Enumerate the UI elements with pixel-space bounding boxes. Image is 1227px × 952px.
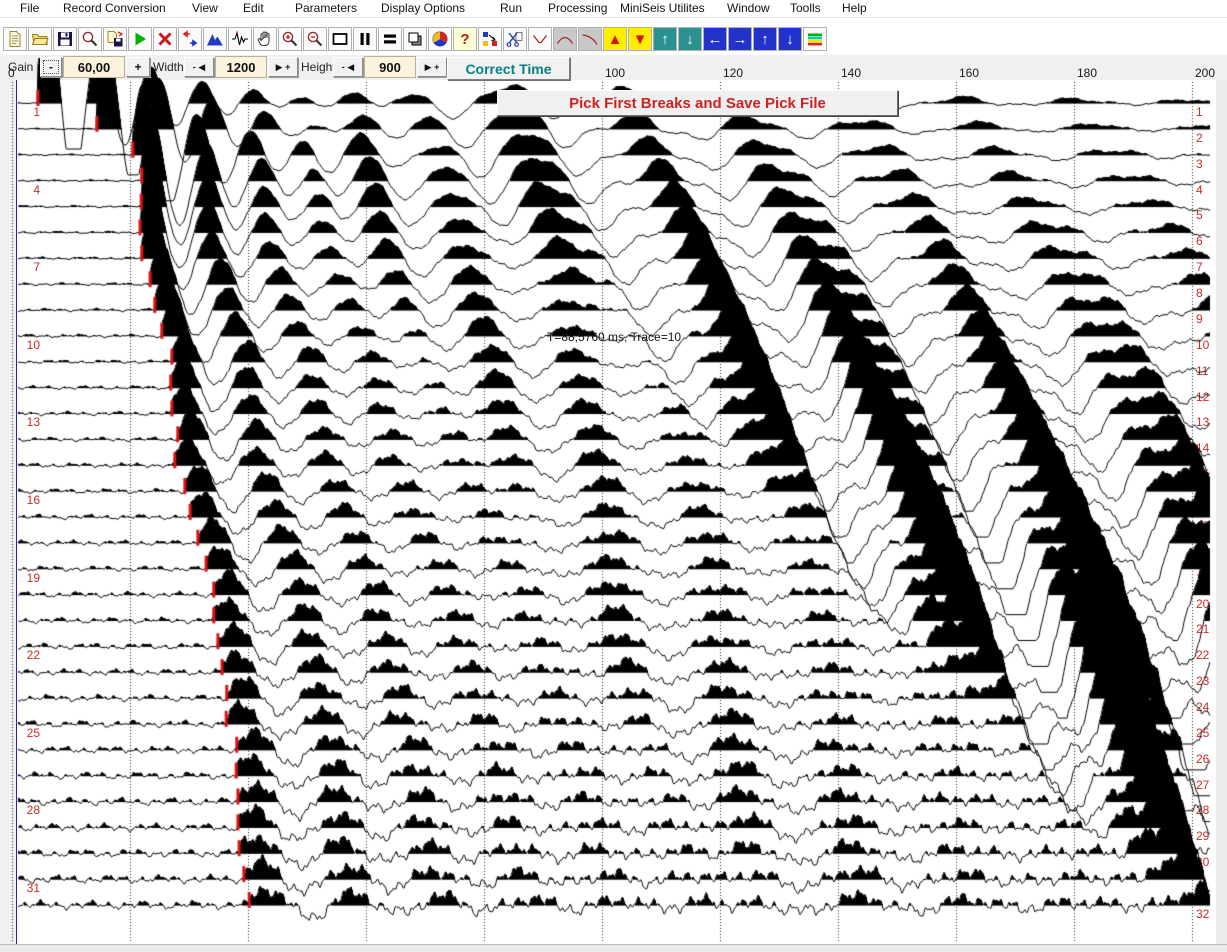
toolbar-button-arrow-up-blue-icon[interactable]: ↑ [753, 27, 777, 51]
toolbar-button-open-folder-icon[interactable] [28, 27, 52, 51]
toolbar-button-overlay-windows-icon[interactable] [403, 27, 427, 51]
toolbar-button-cut-icon[interactable] [503, 27, 527, 51]
pick-first-breaks-banner: Pick First Breaks and Save Pick File [497, 90, 898, 116]
toolbar-button-arrow-left-blue-icon[interactable]: ← [703, 27, 727, 51]
width-label: Width [153, 60, 184, 74]
toolbar-button-horizontal-bars-icon[interactable] [378, 27, 402, 51]
menu-item-toolls[interactable]: Toolls [790, 1, 821, 15]
toolbar-button-pan-hand-icon[interactable] [253, 27, 277, 51]
gain-value[interactable]: 60,00 [63, 56, 125, 78]
height-label: Height [301, 60, 336, 74]
correct-time-button[interactable]: Correct Time [447, 57, 570, 80]
gain-label: Gain [8, 60, 33, 74]
width-decrease-button[interactable]: - ◀ [184, 57, 214, 77]
toolbar-button-color-bars-icon[interactable] [803, 27, 827, 51]
height-increase-button[interactable]: ▶ + [417, 57, 447, 77]
seismic-record-canvas[interactable] [0, 0, 1227, 952]
toolbar-button-save-as-icon[interactable] [103, 27, 127, 51]
height-value[interactable]: 900 [364, 56, 416, 78]
gain-increase-button[interactable]: + [126, 57, 150, 77]
toolbar-button-help-icon[interactable]: ? [453, 27, 477, 51]
menu-item-record-conversion[interactable]: Record Conversion [63, 1, 166, 15]
menu-item-run[interactable]: Run [500, 1, 522, 15]
menu-item-processing[interactable]: Processing [548, 1, 607, 15]
toolbar-button-swap-arrows-icon[interactable] [178, 27, 202, 51]
toolbar-button-spectrum-peak-icon[interactable] [203, 27, 227, 51]
menu-item-parameters[interactable]: Parameters [295, 1, 357, 15]
toolbar-button-play-icon[interactable] [128, 27, 152, 51]
toolbar-button-batch-process-icon[interactable] [478, 27, 502, 51]
toolbar-button-curve-up-icon[interactable] [553, 27, 577, 51]
menu-item-miniseis-utilites[interactable]: MiniSeis Utilites [620, 1, 705, 15]
menu-item-file[interactable]: File [20, 1, 39, 15]
menu-item-edit[interactable]: Edit [243, 1, 264, 15]
menu-item-display-options[interactable]: Display Options [381, 1, 465, 15]
toolbar-button-curve-down-icon[interactable] [578, 27, 602, 51]
height-decrease-button[interactable]: - ◀ [333, 57, 363, 77]
toolbar-button-triangle-down-icon[interactable]: ▼ [628, 27, 652, 51]
toolbar-button-wiggle-trace-icon[interactable] [228, 27, 252, 51]
menu-bar: File Record Conversion View Edit Parameters D… [0, 0, 1227, 18]
pick-time-tooltip: T=88,5760 ms, Trace=10 [547, 330, 681, 344]
toolbar-button-pause-bars-icon[interactable] [353, 27, 377, 51]
gain-decrease-button[interactable]: - [40, 57, 62, 77]
toolbar-button-zoom-in-icon[interactable] [278, 27, 302, 51]
toolbar: ?▲▼↑↓←→↑↓ [0, 18, 1227, 55]
toolbar-button-arrow-up-teal-icon[interactable]: ↑ [653, 27, 677, 51]
toolbar-button-arrow-right-blue-icon[interactable]: → [728, 27, 752, 51]
toolbar-button-magnifier-icon[interactable] [78, 27, 102, 51]
toolbar-button-arrow-down-teal-icon[interactable]: ↓ [678, 27, 702, 51]
toolbar-button-arrow-down-blue-icon[interactable]: ↓ [778, 27, 802, 51]
toolbar-button-zoom-out-icon[interactable] [303, 27, 327, 51]
toolbar-button-delete-x-icon[interactable] [153, 27, 177, 51]
toolbar-button-color-wheel-icon[interactable] [428, 27, 452, 51]
toolbar-button-save-icon[interactable] [53, 27, 77, 51]
menu-item-window[interactable]: Window [727, 1, 770, 15]
toolbar-button-pick-valley-icon[interactable] [528, 27, 552, 51]
width-increase-button[interactable]: ▶ + [268, 57, 298, 77]
width-value[interactable]: 1200 [215, 56, 267, 78]
toolbar-button-triangle-up-icon[interactable]: ▲ [603, 27, 627, 51]
menu-item-help[interactable]: Help [842, 1, 867, 15]
toolbar-button-new-document-icon[interactable] [3, 27, 27, 51]
toolbar-button-rectangle-icon[interactable] [328, 27, 352, 51]
menu-item-view[interactable]: View [192, 1, 218, 15]
